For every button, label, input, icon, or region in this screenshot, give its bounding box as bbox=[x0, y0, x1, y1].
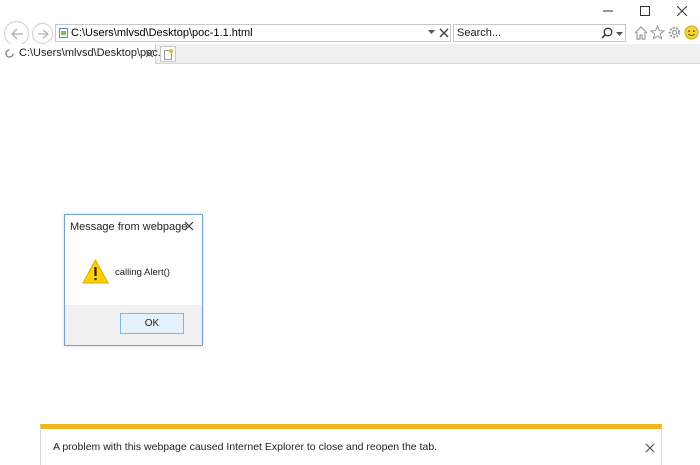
address-input[interactable]: C:\Users\mlvsd\Desktop\poc-1.1.html bbox=[71, 25, 253, 41]
dialog-message: calling Alert() bbox=[115, 267, 170, 278]
notification-text: A problem with this webpage caused Inter… bbox=[53, 441, 438, 453]
tab-label: C:\Users\mlvsd\Desktop\poc... bbox=[19, 47, 167, 59]
dropdown-icon[interactable] bbox=[428, 30, 435, 35]
dialog-close-icon[interactable] bbox=[183, 220, 195, 232]
minimize-icon bbox=[603, 10, 613, 12]
notification-bar: A problem with this webpage caused Inter… bbox=[40, 424, 662, 465]
ok-button[interactable]: OK bbox=[120, 313, 184, 334]
dialog-title: Message from webpage bbox=[70, 221, 188, 233]
close-window-button[interactable] bbox=[664, 0, 700, 22]
smiley-icon[interactable] bbox=[684, 25, 699, 40]
page-icon bbox=[59, 28, 68, 38]
notification-close-icon[interactable] bbox=[645, 443, 655, 453]
tab-strip: C:\Users\mlvsd\Desktop\poc... bbox=[0, 44, 700, 64]
warning-icon bbox=[82, 259, 109, 284]
new-tab-button[interactable] bbox=[160, 46, 176, 62]
back-arrow-icon bbox=[10, 28, 23, 39]
forward-arrow-icon bbox=[37, 28, 49, 39]
tab-close-icon[interactable] bbox=[146, 50, 153, 57]
back-button[interactable] bbox=[4, 21, 29, 46]
alert-dialog: Message from webpage calling Alert() OK bbox=[64, 214, 203, 346]
gear-icon[interactable] bbox=[667, 25, 682, 40]
loading-icon bbox=[5, 49, 14, 58]
maximize-icon bbox=[640, 6, 650, 16]
new-tab-icon bbox=[164, 49, 173, 60]
search-bar[interactable]: Search... bbox=[453, 24, 626, 42]
search-input[interactable]: Search... bbox=[457, 25, 501, 41]
tab-current-page[interactable]: C:\Users\mlvsd\Desktop\poc... bbox=[0, 44, 167, 64]
search-icon[interactable] bbox=[601, 27, 613, 39]
minimize-button[interactable] bbox=[590, 0, 626, 22]
star-icon[interactable] bbox=[650, 25, 665, 40]
address-bar[interactable]: C:\Users\mlvsd\Desktop\poc-1.1.html bbox=[55, 24, 451, 42]
maximize-button[interactable] bbox=[627, 0, 663, 22]
stop-icon[interactable] bbox=[439, 28, 449, 38]
forward-button[interactable] bbox=[32, 23, 53, 44]
home-icon[interactable] bbox=[633, 25, 649, 41]
close-icon bbox=[677, 6, 687, 16]
search-dropdown-icon[interactable] bbox=[616, 32, 623, 36]
